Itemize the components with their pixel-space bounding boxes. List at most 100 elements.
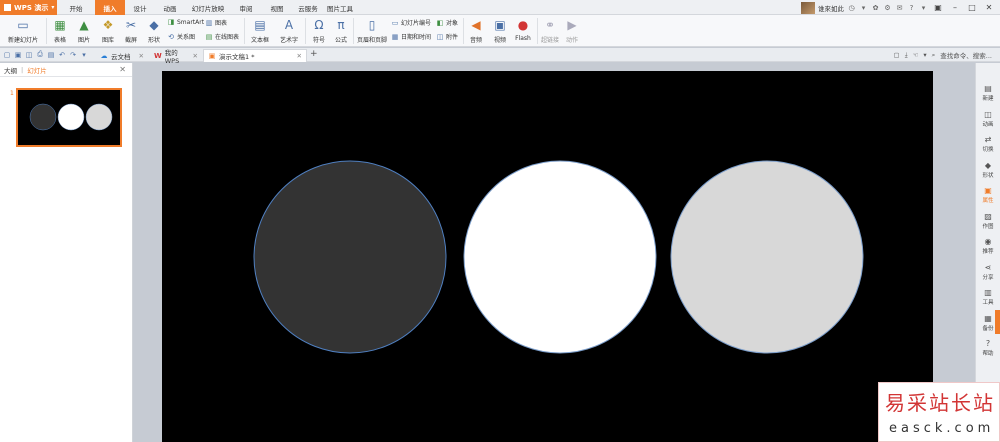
ribbon-tab-6[interactable]: 视图 — [261, 0, 293, 15]
undo-icon[interactable]: ↶ — [58, 50, 66, 59]
chart-icon: ▥ — [205, 18, 213, 27]
close-icon[interactable]: ✕ — [139, 52, 144, 60]
print-icon[interactable]: ⎙ — [36, 50, 44, 59]
sidebar-item-2[interactable]: ⇄ 切换 — [976, 135, 1000, 153]
object-button[interactable]: ◧ 对象 — [436, 18, 458, 28]
slide-pane: 大纲 | 幻灯片 ✕ 1 — [0, 63, 133, 442]
doc-tab-presentation[interactable]: ▣ 演示文稿1 * ✕ — [203, 49, 307, 62]
save-icon[interactable]: ▣ — [14, 50, 22, 59]
action-button[interactable]: ▶ 动作 — [562, 18, 582, 44]
sidebar-item-7[interactable]: ⋖ 分享 — [976, 263, 1000, 281]
ribbon-tab-2[interactable]: 设计 — [125, 0, 155, 15]
ribbon-tab-1[interactable]: 插入 — [95, 0, 125, 15]
formula-label: 公式 — [334, 37, 347, 44]
relation-button[interactable]: ⟲ 关系图 — [167, 32, 195, 42]
attachment-button[interactable]: ◫ 附件 — [436, 32, 458, 42]
picture-button[interactable]: ▲ 图片 — [74, 18, 94, 44]
ribbon-tab-4[interactable]: 幻灯片放映 — [185, 0, 231, 15]
attachment-icon: ◫ — [436, 32, 444, 41]
ribbon-tab-0[interactable]: 开始 — [57, 0, 95, 15]
slide-number-button[interactable]: ▭ 幻灯片编号 — [391, 18, 431, 28]
restore-ribbon-button[interactable]: ▣ — [931, 0, 945, 15]
comment-icon[interactable]: ▢ — [894, 51, 900, 59]
wordart-icon: A — [284, 18, 294, 32]
gallery-button[interactable]: ❖ 图库 — [98, 18, 118, 44]
sidebar-item-10[interactable]: ? 帮助 — [976, 339, 1000, 357]
ribbon-tab-5[interactable]: 审阅 — [231, 0, 261, 15]
sidebar-item-4[interactable]: ▣ 属性 — [976, 186, 1000, 204]
close-button[interactable]: ✕ — [982, 0, 996, 15]
chevron-down-icon[interactable]: ▾ — [859, 3, 868, 12]
chevron-down-icon[interactable]: ▾ — [923, 51, 926, 59]
doc-tab-cloud[interactable]: ☁ 云文档 ✕ — [96, 49, 148, 62]
thumb-circle-gray — [85, 103, 113, 131]
datetime-button[interactable]: ▦ 日期和时间 — [391, 32, 431, 42]
header-footer-button[interactable]: ▯ 页眉和页脚 — [356, 18, 388, 44]
new-file-icon[interactable]: ▢ — [3, 50, 11, 59]
header-footer-label: 页眉和页脚 — [356, 37, 387, 44]
pin-icon[interactable]: ⤓ — [905, 51, 908, 60]
ribbon-tab-8[interactable]: 图片工具 — [323, 0, 357, 15]
symbol-button[interactable]: Ω 符号 — [309, 18, 329, 44]
export-icon[interactable]: ▤ — [47, 50, 55, 59]
table-label: 表格 — [53, 37, 66, 44]
tab-outline[interactable]: 大纲 — [4, 65, 17, 75]
sidebar-item-3[interactable]: ◆ 形状 — [976, 161, 1000, 179]
ribbon-tab-3[interactable]: 动画 — [155, 0, 185, 15]
separator — [537, 18, 538, 44]
smartart-icon: ◨ — [167, 18, 175, 26]
textbox-button[interactable]: ▤ 文本框 — [248, 18, 272, 44]
sidebar-item-8[interactable]: ▥ 工具 — [976, 288, 1000, 306]
sidebar-item-icon: ▦ — [984, 313, 992, 323]
sidebar-item-6[interactable]: ◉ 推荐 — [976, 237, 1000, 255]
skin-icon[interactable]: ✿ — [871, 3, 880, 12]
minimize-button[interactable]: – — [948, 0, 962, 15]
chevron-down-icon[interactable]: ▾ — [919, 3, 928, 12]
sidebar-expand-handle[interactable] — [995, 310, 1000, 334]
circle-gray[interactable] — [670, 160, 864, 354]
close-icon[interactable]: ✕ — [297, 52, 302, 60]
wordart-button[interactable]: A 艺术字 — [277, 18, 301, 44]
close-icon[interactable]: ✕ — [119, 65, 126, 74]
circle-dark[interactable] — [253, 160, 447, 354]
close-icon[interactable]: ✕ — [193, 52, 198, 60]
watermark-title: 易采站长站 — [885, 391, 995, 415]
search-input[interactable]: 查找命令、搜索... — [940, 50, 992, 60]
chart-button[interactable]: ▥ 图表 — [205, 18, 228, 28]
new-tab-button[interactable]: + — [310, 49, 318, 59]
sidebar-item-5[interactable]: ▨ 作图 — [976, 212, 1000, 230]
sidebar-item-0[interactable]: ▤ 新建 — [976, 84, 1000, 102]
video-button[interactable]: ▣ 视频 — [490, 18, 510, 44]
online-chart-button[interactable]: ▤ 在线图表 — [205, 32, 239, 42]
hand-icon[interactable]: ☜ — [913, 51, 919, 59]
circle-white[interactable] — [463, 160, 657, 354]
app-menu-button[interactable]: WPS 演示 ▾ — [0, 0, 57, 15]
redo-icon[interactable]: ↷ — [69, 50, 77, 59]
new-slide-button[interactable]: ▭ 新建幻灯片 — [4, 18, 42, 44]
feedback-icon[interactable]: ✉ — [895, 3, 904, 12]
tab-slides[interactable]: 幻灯片 — [27, 65, 47, 75]
shape-button[interactable]: ◆ 形状 — [144, 18, 164, 44]
help-icon[interactable]: ? — [907, 3, 916, 12]
hyperlink-button[interactable]: ⚭ 超链接 — [539, 18, 561, 44]
chart-label: 图表 — [215, 20, 228, 27]
smartart-button[interactable]: ◨ SmartArt — [167, 18, 204, 26]
screenshot-button[interactable]: ✂ 截屏 — [121, 18, 141, 44]
clock-icon[interactable]: ◷ — [847, 3, 856, 12]
avatar[interactable] — [801, 1, 815, 14]
chevron-down-icon[interactable]: ▾ — [80, 50, 88, 59]
slide-canvas[interactable] — [162, 71, 933, 442]
sidebar-item-1[interactable]: ◫ 动画 — [976, 110, 1000, 128]
doc-tab-mywps[interactable]: W 我的WPS ✕ — [150, 49, 202, 65]
print-preview-icon[interactable]: ◫ — [25, 50, 33, 59]
maximize-button[interactable]: □ — [965, 0, 979, 15]
ribbon-tab-7[interactable]: 云服务 — [293, 0, 323, 15]
table-button[interactable]: ▦ 表格 — [50, 18, 70, 44]
gear-icon[interactable]: ⚙ — [883, 3, 892, 12]
user-name[interactable]: 谁來如此 — [818, 3, 844, 13]
separator — [46, 18, 47, 44]
slide-thumbnail[interactable] — [16, 88, 122, 147]
formula-button[interactable]: π 公式 — [331, 18, 351, 44]
audio-button[interactable]: ◀ 音频 — [466, 18, 486, 44]
flash-button[interactable]: ● Flash — [512, 18, 534, 42]
